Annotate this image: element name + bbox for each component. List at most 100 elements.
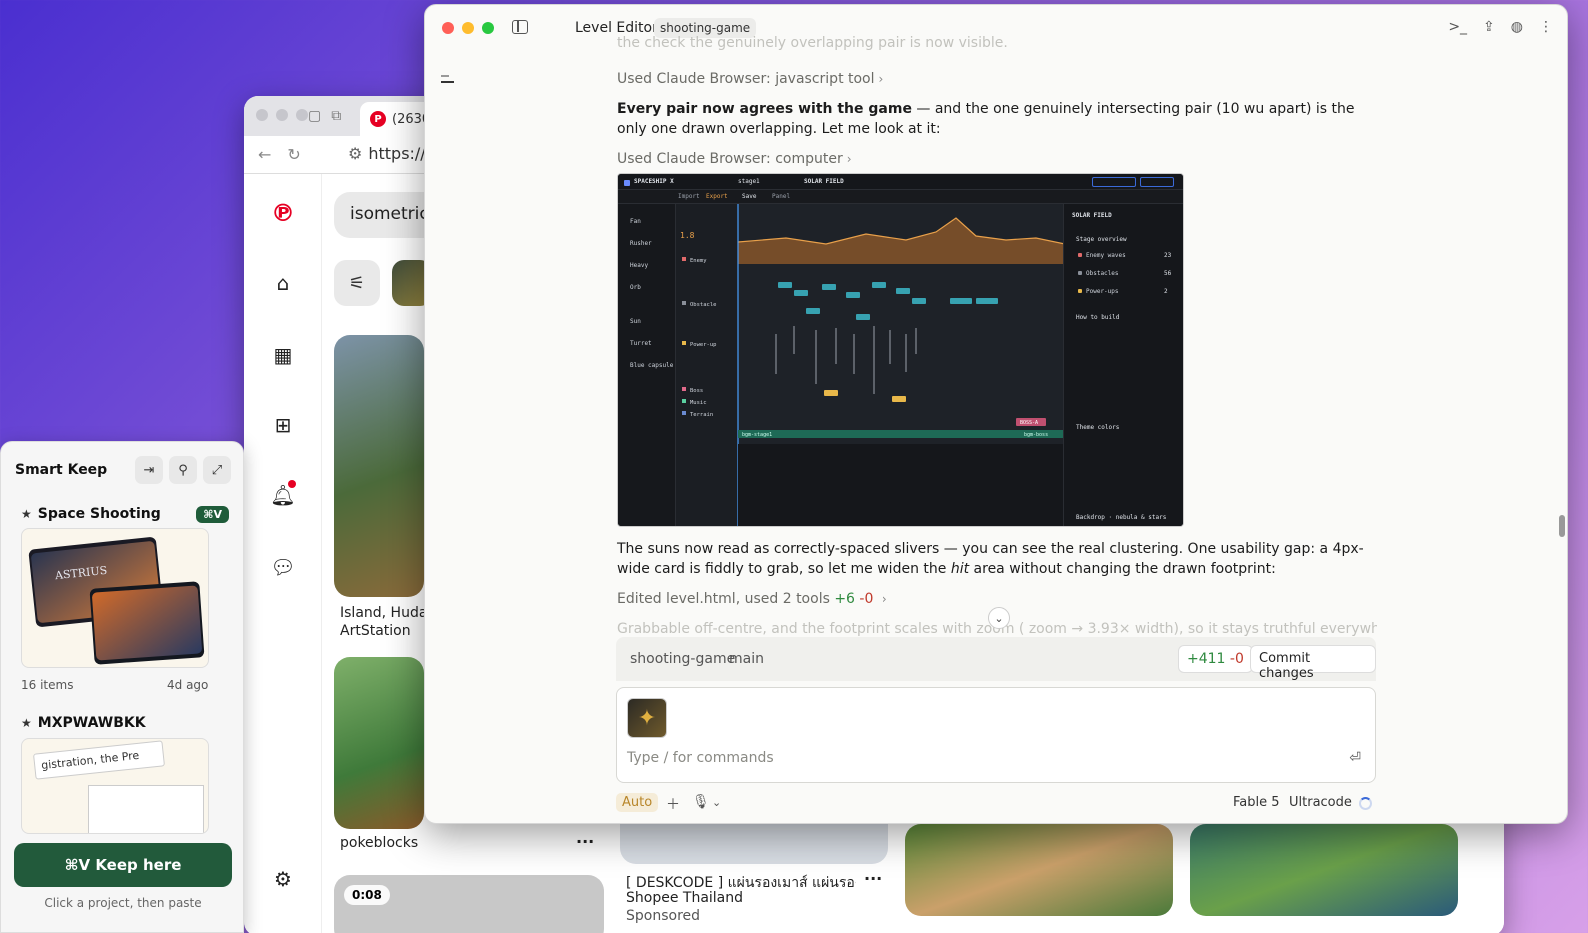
pin-island-image[interactable] bbox=[334, 335, 424, 597]
ss-top-bar: SPACESHIP X stage1 SOLAR FIELD bbox=[618, 174, 1183, 190]
mxpwawbkk-thumbnail[interactable]: gistration, the Pre bbox=[21, 738, 209, 834]
smart-keep-toolbar: ⇥ ⚲ ⤢ bbox=[135, 456, 231, 484]
ss-overview-label: Obstacles bbox=[1086, 270, 1119, 277]
collapse-icon[interactable]: ⇥ bbox=[135, 456, 163, 484]
scroll-to-bottom-button[interactable]: ⌄ bbox=[988, 607, 1010, 629]
menu-indicator-icon bbox=[441, 75, 449, 77]
video-duration-badge: 0:08 bbox=[344, 885, 390, 905]
effort-selector[interactable]: Ultracode bbox=[1289, 795, 1352, 810]
mxpwawbkk-thumb-note: gistration, the Pre bbox=[32, 740, 166, 780]
refresh-icon[interactable]: ↻ bbox=[287, 145, 300, 164]
mode-selector[interactable]: Auto bbox=[616, 793, 659, 812]
pin-isometric-map-image[interactable] bbox=[1190, 824, 1458, 916]
chevron-right-icon: › bbox=[846, 152, 852, 166]
space-shooting-thumbnail[interactable]: ASTRIUS bbox=[21, 528, 209, 668]
commit-changes-button[interactable]: Commit changes bbox=[1250, 645, 1376, 681]
commit-project: shooting-game bbox=[630, 651, 736, 667]
notifications-icon[interactable]: 🔔︎ bbox=[268, 480, 298, 510]
collection-space-shooting[interactable]: ★ Space Shooting bbox=[21, 506, 161, 522]
tool-call-edit[interactable]: Edited level.html, used 2 tools +6 -0 › bbox=[617, 589, 1377, 609]
add-icon[interactable]: ＋ bbox=[666, 794, 680, 814]
home-icon[interactable]: ⌂ bbox=[268, 268, 298, 298]
svg-text:bgm-boss: bgm-boss bbox=[1024, 432, 1048, 438]
sidebar-toggle-icon[interactable] bbox=[512, 20, 528, 34]
ss-palette-item: Rusher bbox=[630, 240, 652, 247]
space-shooting-thumb-art: ASTRIUS bbox=[28, 537, 205, 665]
ss-lane-swatch bbox=[682, 411, 686, 415]
keep-here-button[interactable]: ⌘V Keep here bbox=[14, 843, 232, 887]
maximize-window-button[interactable] bbox=[482, 22, 494, 34]
attachment-thumbnail[interactable]: ✦ bbox=[627, 698, 667, 738]
pin-icon[interactable]: ⚲ bbox=[169, 456, 197, 484]
filter-icon[interactable]: ⚟ bbox=[334, 260, 380, 306]
tabs-icon[interactable]: ▢ bbox=[308, 108, 321, 124]
ss-overview-label: Power-ups bbox=[1086, 288, 1119, 295]
minimize-window-button[interactable] bbox=[462, 22, 474, 34]
pin-deskcode-more-icon[interactable]: ··· bbox=[864, 869, 882, 888]
smart-keep-title: Smart Keep bbox=[15, 462, 108, 478]
svg-text:bgm-stage1: bgm-stage1 bbox=[742, 432, 772, 438]
collection-item-count: 16 items bbox=[21, 678, 74, 692]
commit-branch[interactable]: main bbox=[729, 651, 764, 667]
smart-keep-panel: Smart Keep ⇥ ⚲ ⤢ ★ Space Shooting ⌘V ASTR… bbox=[0, 441, 244, 933]
microphone-icon[interactable]: 🎙︎ bbox=[692, 794, 710, 810]
ss-lane-label: Power-up bbox=[690, 342, 717, 348]
pin-island-title[interactable]: Island, Hudaa bbox=[340, 605, 436, 621]
ss-palette-item: Blue capsule bbox=[630, 362, 674, 369]
explore-icon[interactable]: ▦ bbox=[268, 340, 298, 370]
assistant-message-2: The suns now read as correctly-spaced sl… bbox=[617, 541, 1364, 577]
collection-age: 4d ago bbox=[167, 678, 209, 692]
background-window-controls[interactable] bbox=[256, 109, 308, 121]
terminal-icon[interactable]: >_ bbox=[1448, 19, 1467, 35]
pinterest-sidebar: ℗ ⌂ ▦ ⊞ 🔔︎ 💬︎ ⚙ bbox=[244, 174, 322, 933]
ss-lane-swatch bbox=[682, 257, 686, 261]
ss-palette-item: Heavy bbox=[630, 262, 649, 269]
keep-hint: Click a project, then paste bbox=[44, 896, 202, 910]
pin-pokeblocks-image[interactable] bbox=[334, 657, 424, 829]
svg-text:BOSS-A: BOSS-A bbox=[1020, 420, 1038, 426]
messages-icon[interactable]: 💬︎ bbox=[268, 552, 298, 582]
pin-video-image[interactable]: 0:08 bbox=[334, 875, 604, 933]
menu-icon[interactable] bbox=[441, 81, 454, 83]
chat-scrollbar[interactable] bbox=[1559, 515, 1565, 537]
close-window-button[interactable] bbox=[442, 22, 454, 34]
pin-pokeblocks-title[interactable]: pokeblocks bbox=[340, 835, 418, 851]
settings-icon[interactable]: ⚙ bbox=[268, 864, 298, 894]
ss-preview-button bbox=[1092, 177, 1136, 187]
ss-timeline: Enemy Obstacle Power-up Boss Music Terrain BO… bbox=[676, 204, 1065, 526]
tool-call-computer[interactable]: Used Claude Browser: computer › bbox=[617, 149, 1377, 169]
ss-lane-swatch bbox=[682, 301, 686, 305]
ss-overview-swatch bbox=[1078, 271, 1082, 275]
ss-lane-label: Terrain bbox=[690, 412, 713, 418]
model-selector[interactable]: Fable 5 bbox=[1233, 795, 1280, 810]
ss-overview-swatch bbox=[1078, 289, 1082, 293]
share-icon[interactable]: ⇪ bbox=[1483, 19, 1495, 35]
ss-lane-swatch bbox=[682, 341, 686, 345]
pin-more-icon[interactable]: ··· bbox=[576, 832, 594, 851]
diff-stats[interactable]: +411 -0 bbox=[1178, 645, 1253, 673]
create-icon[interactable]: ⊞ bbox=[268, 410, 298, 440]
pin-isometric-village-image[interactable] bbox=[905, 824, 1173, 916]
enter-icon[interactable]: ⏎ bbox=[1349, 750, 1361, 766]
background-tab-icons: ▢ ⧉ bbox=[308, 108, 341, 124]
chevron-down-icon[interactable]: ⌄ bbox=[712, 796, 721, 809]
message-input[interactable]: ✦ Type / for commands ⏎ bbox=[616, 687, 1376, 783]
expand-icon[interactable]: ⤢ bbox=[203, 456, 231, 484]
faded-previous-text: the check the genuinely overlapping pair… bbox=[617, 35, 1008, 51]
ss-lane-label: Boss bbox=[690, 388, 703, 394]
level-editor-screenshot[interactable]: SPACESHIP X stage1 SOLAR FIELD Import Ex… bbox=[617, 173, 1184, 527]
pinterest-logo-icon[interactable]: ℗ bbox=[268, 198, 298, 228]
star-icon: ★ bbox=[21, 507, 32, 521]
collections-icon[interactable]: ⧉ bbox=[331, 108, 341, 124]
ss-lane-label: Music bbox=[690, 400, 707, 406]
window-controls bbox=[442, 22, 494, 34]
mxpwawbkk-thumb-doc bbox=[88, 785, 204, 833]
globe-icon[interactable]: ◍ bbox=[1511, 19, 1523, 35]
tool-call-javascript[interactable]: Used Claude Browser: javascript tool › bbox=[617, 69, 1377, 89]
loading-spinner-icon bbox=[1359, 797, 1372, 810]
collection-mxpwawbkk[interactable]: ★ MXPWAWBKK bbox=[21, 715, 146, 731]
pin-deskcode-image[interactable] bbox=[620, 824, 888, 864]
more-options-icon[interactable]: ⋮ bbox=[1539, 19, 1553, 35]
back-arrow-icon[interactable]: ← bbox=[258, 145, 271, 164]
notification-dot bbox=[288, 480, 296, 488]
